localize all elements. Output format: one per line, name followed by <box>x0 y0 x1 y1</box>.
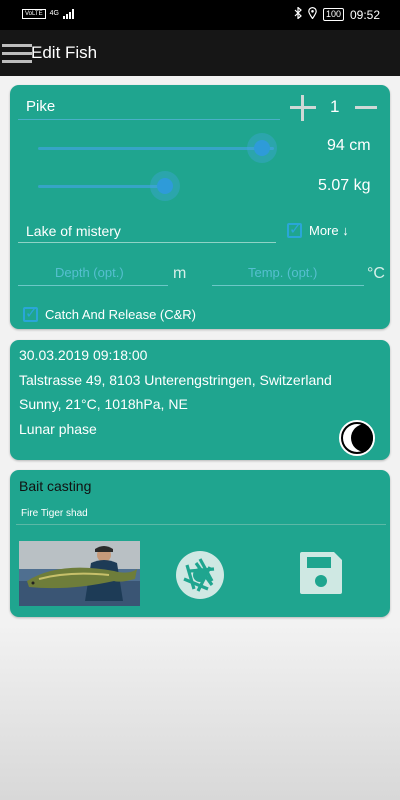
plus-icon[interactable] <box>290 95 316 121</box>
depth-unit: m <box>173 265 187 282</box>
length-slider[interactable] <box>38 139 274 159</box>
network-type: 4G <box>49 10 59 17</box>
location-field[interactable]: Lake of mistery <box>26 223 121 239</box>
length-slider-thumb[interactable] <box>253 140 270 156</box>
volte-badge: VoLTE <box>22 9 46 19</box>
weight-slider-track <box>38 185 168 188</box>
location-underline <box>18 242 276 243</box>
count-value: 1 <box>330 97 340 116</box>
save-icon[interactable] <box>298 550 344 596</box>
temp-unit: °C <box>367 265 385 282</box>
datetime[interactable]: 30.03.2019 09:18:00 <box>19 347 147 363</box>
species-field[interactable]: Pike <box>26 98 55 115</box>
weight-slider[interactable] <box>38 177 274 197</box>
depth-input[interactable]: Depth (opt.) <box>55 265 124 280</box>
clock: 09:52 <box>349 7 380 22</box>
weight-slider-thumb[interactable] <box>156 178 173 194</box>
signal-icon <box>62 9 74 19</box>
camera-shutter-icon[interactable] <box>174 549 226 601</box>
catch-photo[interactable] <box>19 541 140 606</box>
technique[interactable]: Bait casting <box>19 478 91 494</box>
bluetooth-icon <box>294 6 302 22</box>
bait[interactable]: Fire Tiger shad <box>21 508 88 519</box>
location-icon <box>308 7 317 22</box>
weight-value: 5.07 kg <box>318 177 371 194</box>
moon-phase-icon <box>339 420 375 456</box>
catch-release-checkbox[interactable] <box>23 304 38 322</box>
temp-input[interactable]: Temp. (opt.) <box>248 265 317 280</box>
weather[interactable]: Sunny, 21°C, 1018hPa, NE <box>19 396 188 412</box>
more-checkbox[interactable] <box>287 220 302 238</box>
more-label[interactable]: More ↓ <box>309 223 349 238</box>
length-slider-track <box>38 147 274 150</box>
details-card: 30.03.2019 09:18:00 Talstrasse 49, 8103 … <box>10 340 390 460</box>
minus-icon[interactable] <box>355 106 377 109</box>
method-card: Bait casting Fire Tiger shad <box>10 470 390 617</box>
bait-underline <box>16 524 386 525</box>
battery-icon: 100 <box>322 8 344 21</box>
catch-card: Pike 1 94 cm 5.07 kg Lake of mistery Mor… <box>10 85 390 329</box>
menu-icon[interactable] <box>2 44 32 64</box>
status-bar: VoLTE 4G 100 09:52 <box>0 0 400 30</box>
app-bar: Edit Fish <box>0 30 400 76</box>
length-value: 94 cm <box>327 137 371 154</box>
species-underline <box>18 119 280 120</box>
lunar-phase-label: Lunar phase <box>19 421 97 437</box>
catch-release-label[interactable]: Catch And Release (C&R) <box>45 307 196 322</box>
depth-underline <box>18 285 168 286</box>
temp-underline <box>212 285 364 286</box>
address[interactable]: Talstrasse 49, 8103 Unterengstringen, Sw… <box>19 372 332 388</box>
page-title: Edit Fish <box>31 43 98 62</box>
